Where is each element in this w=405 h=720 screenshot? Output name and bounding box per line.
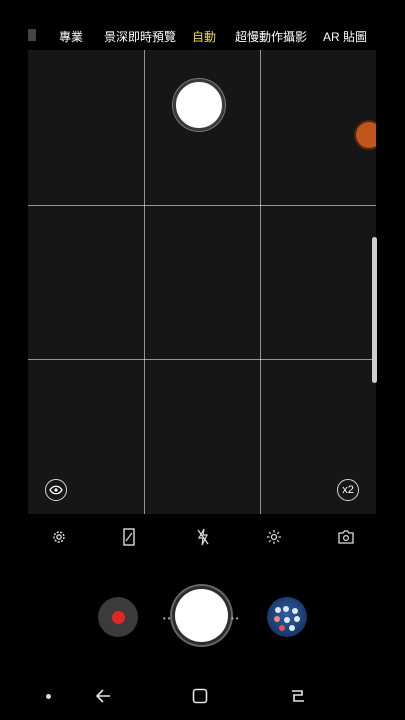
grid-line-h2 <box>28 359 376 360</box>
eye-icon <box>49 485 63 495</box>
floating-shutter-button[interactable] <box>173 79 225 131</box>
shutter-left-dots-icon: •• <box>163 614 173 623</box>
effects-button[interactable] <box>264 527 284 547</box>
gallery-thumbnail[interactable] <box>267 597 307 637</box>
viewfinder[interactable]: x2 <box>28 50 376 514</box>
settings-button[interactable] <box>49 527 69 547</box>
mode-super-slow-mo[interactable]: 超慢動作攝影 <box>235 28 307 45</box>
grid-line-h1 <box>28 205 376 206</box>
switch-camera-button[interactable] <box>336 527 356 547</box>
flash-button[interactable] <box>193 527 213 547</box>
mode-live-focus[interactable]: 景深即時預覽 <box>104 28 176 45</box>
focus-indicator[interactable] <box>356 122 376 148</box>
back-icon <box>95 689 110 703</box>
effects-icon <box>267 530 281 544</box>
thumb-app-icon <box>275 607 281 613</box>
home-button[interactable] <box>192 688 208 704</box>
grid-line-v1 <box>144 50 145 514</box>
edge-panel-handle[interactable] <box>372 237 377 383</box>
indicator-dot-icon <box>46 694 51 699</box>
mode-auto[interactable]: 自動 <box>192 28 216 45</box>
bixby-vision-button[interactable] <box>45 479 67 501</box>
thumb-app-icon <box>284 617 290 623</box>
aspect-ratio-button[interactable] <box>119 527 139 547</box>
shutter-right-dots-icon: •• <box>231 614 241 623</box>
gear-icon <box>53 531 65 543</box>
thumb-app-icon <box>283 606 289 612</box>
thumb-app-icon <box>274 616 280 622</box>
navigation-bar <box>0 672 405 720</box>
aspect-ratio-icon <box>123 528 135 546</box>
mode-partial-edge <box>28 29 36 41</box>
thumb-app-icon <box>279 625 285 631</box>
record-button[interactable] <box>98 597 138 637</box>
flash-off-icon <box>197 528 209 546</box>
thumb-app-icon <box>289 625 295 631</box>
recents-button[interactable] <box>289 688 307 704</box>
thumb-app-icon <box>292 608 298 614</box>
zoom-label: x2 <box>342 484 354 496</box>
back-button[interactable] <box>94 686 114 706</box>
home-icon <box>192 688 208 704</box>
switch-camera-icon <box>338 530 354 544</box>
thumb-app-icon <box>294 616 300 622</box>
camera-mode-bar: 專業 景深即時預覽 自動 超慢動作攝影 AR 貼圖 <box>0 0 405 50</box>
recents-icon <box>292 690 304 702</box>
grid-line-v2 <box>260 50 261 514</box>
record-icon <box>111 610 125 624</box>
shutter-button[interactable] <box>175 589 228 642</box>
zoom-button[interactable]: x2 <box>337 479 359 501</box>
mode-ar-emoji[interactable]: AR 貼圖 <box>323 28 367 45</box>
mode-pro[interactable]: 專業 <box>59 28 83 45</box>
